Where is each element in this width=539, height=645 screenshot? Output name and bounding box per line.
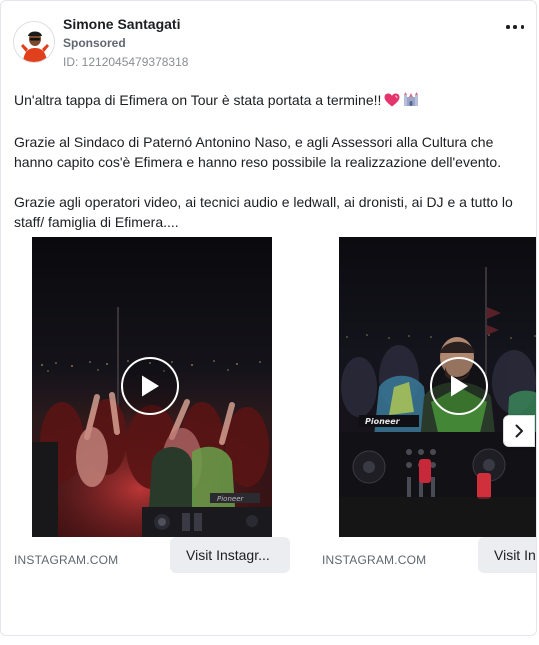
- visit-instagram-button[interactable]: Visit Ins: [478, 537, 536, 573]
- advertiser-name[interactable]: Simone Santagati: [63, 15, 188, 33]
- post-paragraph: Grazie al Sindaco di Paternó Antonino Na…: [14, 134, 502, 170]
- carousel-card: Pioneer INSTAGRAM.COM Visit In: [309, 237, 536, 577]
- dot: [520, 25, 524, 29]
- play-icon[interactable]: [430, 357, 488, 415]
- castle-emoji: [403, 91, 419, 112]
- card-domain: INSTAGRAM.COM: [322, 553, 427, 567]
- post-paragraph-text: Un'altra tappa di Efimera on Tour è stat…: [14, 92, 382, 108]
- video-thumbnail-dj[interactable]: Pioneer: [339, 237, 536, 537]
- chevron-right-icon[interactable]: [503, 415, 535, 447]
- post-paragraph: Un'altra tappa di Efimera on Tour è stat…: [14, 90, 526, 112]
- sponsored-label: Sponsored: [63, 36, 126, 50]
- play-triangle: [451, 375, 468, 397]
- heart-emoji: [384, 92, 400, 112]
- play-triangle: [142, 375, 159, 397]
- chevron-shape: [515, 424, 523, 438]
- play-icon[interactable]: [121, 357, 179, 415]
- card-domain: INSTAGRAM.COM: [14, 553, 119, 567]
- svg-text:Pioneer: Pioneer: [217, 495, 244, 503]
- post-body: Un'altra tappa di Efimera on Tour è stat…: [14, 90, 526, 232]
- dot: [513, 25, 517, 29]
- dot: [506, 25, 510, 29]
- ad-id: ID: 1212045479378318: [63, 55, 189, 69]
- more-options-icon[interactable]: [506, 23, 524, 31]
- post-paragraph: Grazie agli operatori video, ai tecnici …: [14, 194, 513, 230]
- video-thumbnail-crowd[interactable]: Pioneer: [32, 237, 272, 537]
- svg-text:Pioneer: Pioneer: [365, 417, 401, 426]
- ad-header: Simone Santagati Sponsored ID: 121204547…: [13, 15, 524, 71]
- header-text: Simone Santagati Sponsored ID: 121204547…: [63, 15, 188, 70]
- avatar[interactable]: [13, 21, 55, 63]
- ad-card: Simone Santagati Sponsored ID: 121204547…: [0, 0, 537, 636]
- visit-instagram-button[interactable]: Visit Instagr...: [170, 537, 290, 573]
- carousel-card: Pioneer INSTAGRAM.COM Visit Instagr...: [1, 237, 301, 577]
- avatar-image: [14, 22, 54, 62]
- carousel: Pioneer INSTAGRAM.COM Visit Instagr... P…: [1, 237, 536, 583]
